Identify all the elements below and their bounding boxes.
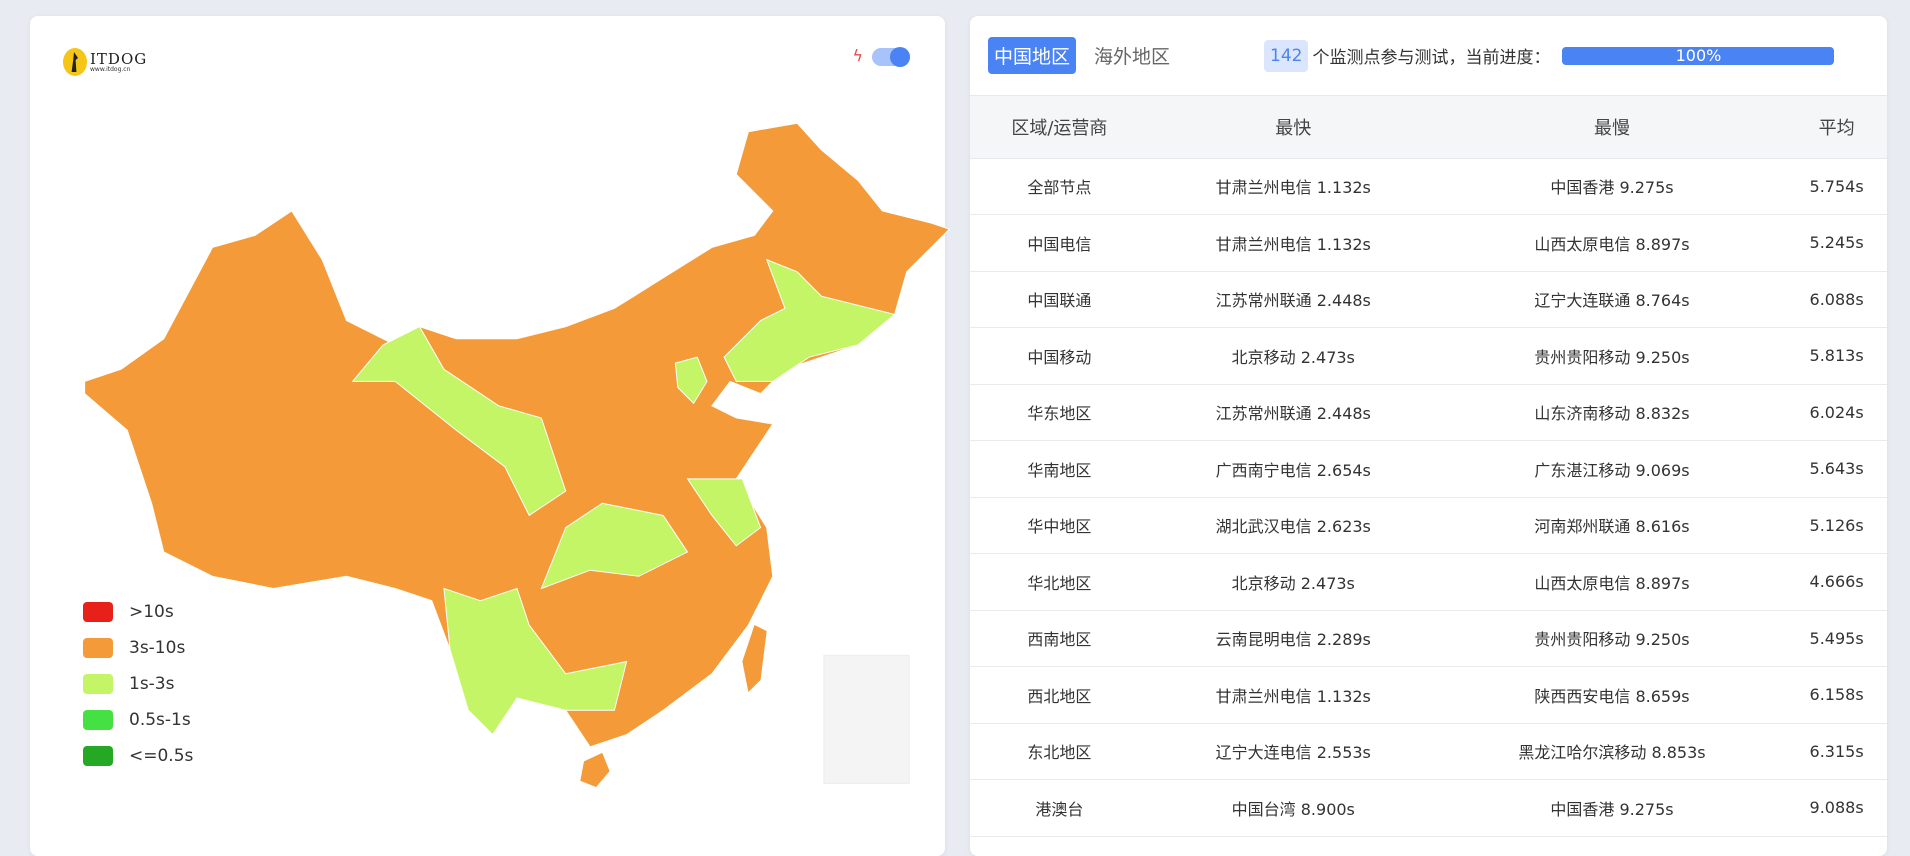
lightning-icon: ϟ — [852, 46, 863, 65]
tab-overseas[interactable]: 海外地区 — [1088, 37, 1176, 74]
table-cell: 中国香港 9.275s — [1437, 779, 1787, 837]
table-row: 中国联通 江苏常州联通 2.448s 辽宁大连联通 8.764s 6.088s — [970, 271, 1887, 328]
legend-swatch — [83, 674, 113, 694]
table-cell: 黑龙江哈尔滨移动 8.853s — [1437, 723, 1787, 780]
legend-swatch — [83, 602, 113, 622]
table-cell: 甘肃兰州电信 1.132s — [1148, 214, 1438, 272]
column-header: 平均 — [1786, 96, 1887, 159]
itdog-logo[interactable]: ITDOG www.itdog.cn — [63, 48, 147, 76]
latency-legend: >10s 3s-10s 1s-3s 0.5s-1s <=0.5s — [83, 594, 193, 774]
table-cell: 东北地区 — [970, 723, 1149, 780]
region-taiwan[interactable] — [742, 625, 767, 692]
legend-swatch — [83, 746, 113, 766]
legend-item[interactable]: 0.5s-1s — [83, 702, 193, 738]
table-cell: 6.315s — [1786, 723, 1887, 780]
legend-item[interactable]: <=0.5s — [83, 738, 193, 774]
table-cell: 华南地区 — [970, 440, 1149, 498]
table-cell: 5.245s — [1786, 214, 1887, 272]
table-cell: 中国台湾 8.900s — [1148, 779, 1438, 837]
table-row: 东北地区 辽宁大连电信 2.553s 黑龙江哈尔滨移动 8.853s 6.315s — [970, 723, 1887, 780]
legend-label: 3s-10s — [129, 638, 186, 658]
legend-label: 1s-3s — [129, 674, 175, 694]
legend-item[interactable]: 3s-10s — [83, 630, 193, 666]
table-cell: 4.666s — [1786, 553, 1887, 611]
table-cell: 西南地区 — [970, 610, 1149, 667]
south-china-sea-inset — [823, 654, 910, 784]
legend-item[interactable]: >10s — [83, 594, 193, 630]
table-cell: 山西太原电信 8.897s — [1437, 553, 1787, 611]
table-row: 全部节点 甘肃兰州电信 1.132s 中国香港 9.275s 5.754s — [970, 158, 1887, 215]
table-cell: 山西太原电信 8.897s — [1437, 214, 1787, 272]
status-text: 个监测点参与测试，当前进度： — [1312, 48, 1551, 68]
column-header: 最慢 — [1437, 96, 1787, 159]
table-cell: 云南昆明电信 2.289s — [1148, 610, 1438, 667]
table-cell: 甘肃兰州电信 1.132s — [1148, 158, 1438, 215]
table-cell: 5.754s — [1786, 158, 1887, 215]
region-hainan[interactable] — [580, 752, 610, 787]
table-cell: 9.088s — [1786, 779, 1887, 837]
results-table: 区域/运营商 最快 最慢 平均 全部节点 甘肃兰州电信 1.132s 中国香港 9.… — [970, 96, 1887, 837]
dog-logo-icon — [63, 48, 87, 76]
table-cell: 6.158s — [1786, 666, 1887, 724]
node-count-badge: 142 — [1264, 39, 1309, 72]
table-row: 中国电信 甘肃兰州电信 1.132s 山西太原电信 8.897s 5.245s — [970, 214, 1887, 272]
table-row: 港澳台 中国台湾 8.900s 中国香港 9.275s 9.088s — [970, 779, 1887, 837]
tab-china[interactable]: 中国地区 — [988, 37, 1077, 74]
table-cell: 河南郑州联通 8.616s — [1437, 497, 1787, 554]
table-cell: 山东济南移动 8.832s — [1437, 384, 1787, 441]
legend-label: <=0.5s — [129, 746, 194, 766]
logo-text: ITDOG — [90, 49, 148, 68]
table-cell: 6.088s — [1786, 271, 1887, 328]
column-header: 区域/运营商 — [970, 96, 1149, 159]
legend-label: 0.5s-1s — [129, 710, 191, 730]
table-cell: 辽宁大连电信 2.553s — [1148, 723, 1438, 780]
table-row: 华北地区 北京移动 2.473s 山西太原电信 8.897s 4.666s — [970, 553, 1887, 611]
table-cell: 中国联通 — [970, 271, 1149, 328]
table-cell: 北京移动 2.473s — [1148, 553, 1438, 611]
results-card: 中国地区 海外地区 142 个监测点参与测试，当前进度： 100% 区域/运营商… — [970, 16, 1887, 856]
legend-item[interactable]: 1s-3s — [83, 666, 193, 702]
table-cell: 贵州贵阳移动 9.250s — [1437, 610, 1787, 667]
table-row: 中国移动 北京移动 2.473s 贵州贵阳移动 9.250s 5.813s — [970, 327, 1887, 385]
table-cell: 全部节点 — [970, 158, 1149, 215]
table-cell: 5.126s — [1786, 497, 1887, 554]
table-cell: 江苏常州联通 2.448s — [1148, 384, 1438, 441]
table-cell: 华北地区 — [970, 553, 1149, 611]
column-header: 最快 — [1148, 96, 1438, 159]
table-cell: 中国香港 9.275s — [1437, 158, 1787, 215]
table-cell: 贵州贵阳移动 9.250s — [1437, 327, 1787, 385]
table-cell: 辽宁大连联通 8.764s — [1437, 271, 1787, 328]
legend-swatch — [83, 638, 113, 658]
china-latency-map — [84, 122, 951, 787]
table-cell: 5.643s — [1786, 440, 1887, 498]
table-cell: 中国电信 — [970, 214, 1149, 272]
table-cell: 湖北武汉电信 2.623s — [1148, 497, 1438, 554]
table-cell: 甘肃兰州电信 1.132s — [1148, 666, 1438, 724]
table-cell: 6.024s — [1786, 384, 1887, 441]
map-toggle-switch[interactable] — [872, 47, 910, 67]
results-header: 中国地区 海外地区 142 个监测点参与测试，当前进度： 100% — [970, 16, 1887, 96]
table-cell: 陕西西安电信 8.659s — [1437, 666, 1787, 724]
legend-label: >10s — [129, 602, 174, 622]
table-row: 西北地区 甘肃兰州电信 1.132s 陕西西安电信 8.659s 6.158s — [970, 666, 1887, 724]
table-cell: 广东湛江移动 9.069s — [1437, 440, 1787, 498]
table-cell: 5.495s — [1786, 610, 1887, 667]
table-row: 华中地区 湖北武汉电信 2.623s 河南郑州联通 8.616s 5.126s — [970, 497, 1887, 554]
table-cell: 5.813s — [1786, 327, 1887, 385]
map-card: ITDOG www.itdog.cn ϟ >10s 3s-10s 1s-3s 0.… — [30, 16, 951, 856]
table-cell: 西北地区 — [970, 666, 1149, 724]
table-cell: 华中地区 — [970, 497, 1149, 554]
table-row: 华东地区 江苏常州联通 2.448s 山东济南移动 8.832s 6.024s — [970, 384, 1887, 441]
legend-swatch — [83, 710, 113, 730]
table-row: 西南地区 云南昆明电信 2.289s 贵州贵阳移动 9.250s 5.495s — [970, 610, 1887, 667]
table-cell: 华东地区 — [970, 384, 1149, 441]
table-cell: 北京移动 2.473s — [1148, 327, 1438, 385]
table-cell: 港澳台 — [970, 779, 1149, 837]
table-row: 华南地区 广西南宁电信 2.654s 广东湛江移动 9.069s 5.643s — [970, 440, 1887, 498]
table-cell: 广西南宁电信 2.654s — [1148, 440, 1438, 498]
table-cell: 中国移动 — [970, 327, 1149, 385]
progress-bar: 100% — [1562, 46, 1835, 65]
table-cell: 江苏常州联通 2.448s — [1148, 271, 1438, 328]
